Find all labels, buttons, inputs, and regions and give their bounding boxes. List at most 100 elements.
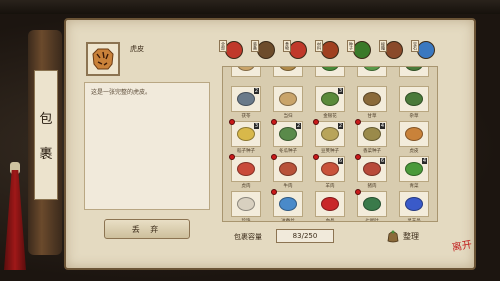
tab-icon [225, 41, 243, 59]
item-icon [279, 67, 297, 71]
discard-button[interactable]: 丢 弃 [104, 219, 190, 239]
tab-4[interactable]: 种子 [346, 38, 372, 62]
capacity-value: 83/250 [276, 229, 334, 243]
inventory-slot[interactable] [315, 191, 345, 217]
item-label: 七星叶 [365, 219, 379, 222]
sort-button[interactable]: 整理 [386, 227, 432, 245]
inventory-slot[interactable]: 2 [231, 86, 261, 112]
category-tabs: 全部 装备 食物 材料 种子 秘籍 宝石 [218, 38, 448, 64]
inventory-slot[interactable] [231, 191, 261, 217]
item-icon [321, 197, 339, 211]
item-icon [363, 92, 381, 106]
item-icon [279, 197, 297, 211]
inventory-slot[interactable] [357, 67, 387, 77]
tab-label: 食物 [283, 40, 291, 52]
top-status-bar [0, 0, 500, 14]
item-icon [237, 127, 255, 141]
tab-0[interactable]: 全部 [218, 38, 244, 62]
item-count: 3 [253, 123, 259, 129]
new-item-dot [229, 119, 235, 125]
tab-1[interactable]: 装备 [250, 38, 276, 62]
new-item-dot [313, 119, 319, 125]
item-label: 冰蚕丝 [281, 219, 295, 222]
item-label: 杂草 [409, 114, 419, 119]
item-icon [237, 162, 255, 176]
inventory-slot[interactable]: 6 [313, 154, 345, 182]
item-label: 牛肉 [283, 184, 293, 189]
item-icon [279, 162, 297, 176]
inventory-grid: 2 茯苓 当归 3 金银花 甘草 杂草 3 稻子种子 2 冬瓜种子 2 豆荚种子 4 香菜种子 虎皮 虎肉 牛肉 6… [222, 66, 438, 222]
item-label: 青菜 [409, 184, 419, 189]
tab-2[interactable]: 食物 [282, 38, 308, 62]
inventory-slot[interactable]: 2 [313, 119, 345, 147]
item-label: 珍珠 [241, 219, 251, 222]
item-icon [321, 67, 339, 71]
tab-6[interactable]: 宝石 [410, 38, 436, 62]
item-count: 2 [253, 88, 259, 94]
item-icon [363, 127, 381, 141]
inventory-slot[interactable] [399, 86, 429, 112]
inventory-title-scroll: 包 裹 [34, 70, 58, 200]
inventory-slot[interactable]: 4 [399, 156, 429, 182]
item-icon [237, 67, 255, 71]
scroll-char-2: 裹 [39, 147, 53, 162]
scroll-char-1: 包 [39, 112, 53, 127]
tab-icon [257, 41, 275, 59]
item-icon [405, 162, 423, 176]
inventory-slot[interactable] [399, 121, 429, 147]
inventory-slot[interactable]: 3 [229, 119, 261, 147]
inventory-slot[interactable] [357, 86, 387, 112]
tab-icon [385, 41, 403, 59]
item-count: 6 [337, 158, 343, 164]
item-icon [405, 197, 423, 211]
tab-label: 材料 [315, 40, 323, 52]
inventory-slot[interactable] [271, 189, 303, 217]
item-count: 2 [295, 123, 301, 129]
tab-5[interactable]: 秘籍 [378, 38, 404, 62]
inventory-slot[interactable] [399, 191, 429, 217]
item-icon [321, 127, 339, 141]
inventory-slot[interactable] [231, 67, 261, 77]
tiger-pelt-icon [92, 48, 114, 70]
item-label: 稻子种子 [237, 149, 255, 154]
inventory-slot[interactable]: 6 [355, 154, 387, 182]
item-icon [237, 197, 255, 211]
selected-item-portrait [86, 42, 120, 76]
new-item-dot [313, 154, 319, 160]
item-label: 虎皮 [409, 149, 419, 154]
item-icon [405, 127, 423, 141]
new-item-dot [355, 119, 361, 125]
inventory-slot[interactable] [355, 189, 387, 217]
item-label: 香菜种子 [363, 149, 381, 154]
new-item-dot [271, 189, 277, 195]
tab-label: 宝石 [411, 40, 419, 52]
inventory-slot[interactable] [229, 154, 261, 182]
inventory-slot[interactable] [273, 86, 303, 112]
selected-item-name: 虎皮 [130, 45, 144, 53]
item-label: 甘草 [367, 114, 377, 119]
inventory-slot[interactable]: 4 [355, 119, 387, 147]
item-icon [363, 197, 381, 211]
item-count: 4 [379, 123, 385, 129]
inventory-slot[interactable]: 2 [271, 119, 303, 147]
inventory-slot[interactable] [273, 67, 303, 77]
item-icon [321, 162, 339, 176]
new-item-dot [355, 154, 361, 160]
inventory-slot[interactable] [271, 154, 303, 182]
sort-label: 整理 [403, 231, 419, 241]
item-icon [363, 162, 381, 176]
item-description-box: 这是一张完整的虎皮。 [84, 82, 210, 210]
item-icon [321, 92, 339, 106]
item-label: 血晶 [325, 219, 335, 222]
capacity-label: 包裹容量 [234, 233, 262, 241]
item-count: 4 [421, 158, 427, 164]
tab-3[interactable]: 材料 [314, 38, 340, 62]
item-label: 豆荚种子 [321, 149, 339, 154]
tab-label: 全部 [219, 40, 227, 52]
item-count: 3 [337, 88, 343, 94]
inventory-slot[interactable] [315, 67, 345, 77]
inventory-slot[interactable]: 3 [315, 86, 345, 112]
inventory-slot[interactable] [399, 67, 429, 77]
item-label: 羊肉 [325, 184, 335, 189]
item-label: 冬瓜种子 [279, 149, 297, 154]
